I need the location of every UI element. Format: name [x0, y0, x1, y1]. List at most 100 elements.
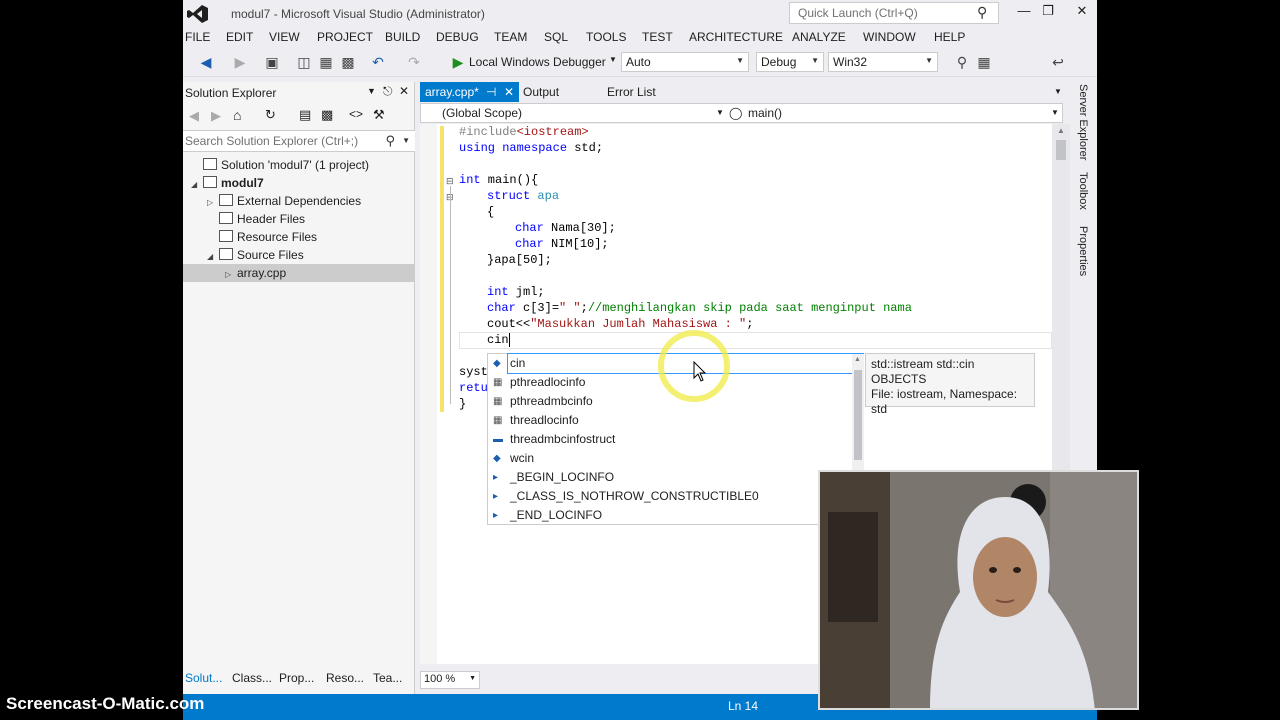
variable-icon: ◆: [493, 453, 501, 464]
home-icon[interactable]: ⌂: [233, 107, 241, 123]
menu-debug[interactable]: DEBUG: [436, 30, 479, 44]
search-icon[interactable]: ⚲: [977, 4, 987, 21]
back-icon[interactable]: ◀: [189, 108, 199, 124]
menu-test[interactable]: TEST: [642, 30, 673, 44]
forward-icon[interactable]: ▶: [231, 53, 249, 71]
solution-explorer-search-input[interactable]: Search Solution Explorer (Ctrl+;) ⚲ ▼: [183, 130, 415, 152]
pin-icon[interactable]: ⊣: [486, 85, 496, 99]
completion-item[interactable]: ◆ wcin: [488, 449, 863, 468]
tab-team-explorer[interactable]: Tea...: [373, 671, 402, 685]
expanded-arrow-icon[interactable]: ◢: [207, 248, 219, 266]
standard-toolbar: ◀ ▶ ▣ ◫ ▦ ▩ ↶ ↷ ▶ Local Windows Debugger…: [183, 49, 1097, 77]
sync-icon[interactable]: ↻: [265, 107, 276, 123]
chevron-down-icon[interactable]: ▼: [716, 108, 724, 117]
solution-explorer-toolbar: ◀ ▶ ⌂ ↻ ▤ ▩ <> ⚒: [183, 104, 415, 130]
completion-item-label: cin: [510, 356, 526, 370]
tree-item-solution[interactable]: Solution 'modul7' (1 project): [183, 156, 415, 174]
configuration-combo[interactable]: Debug ▼: [756, 52, 824, 72]
menu-analyze[interactable]: ANALYZE: [792, 30, 846, 44]
completion-item[interactable]: ▸ _CLASS_IS_NOTHROW_CONSTRUCTIBLE0: [488, 487, 863, 506]
typedef-icon: ▦: [493, 415, 503, 426]
chevron-down-icon[interactable]: ▼: [1054, 87, 1062, 96]
menu-file[interactable]: FILE: [185, 30, 210, 44]
scroll-up-icon[interactable]: ▲: [1057, 126, 1065, 135]
menu-build[interactable]: BUILD: [385, 30, 420, 44]
menu-sql[interactable]: SQL: [544, 30, 568, 44]
chevron-down-icon: ▼: [469, 675, 476, 682]
toolbar-options-icon[interactable]: ↩: [1049, 53, 1067, 71]
undo-icon[interactable]: ↶: [369, 53, 387, 71]
find-icon[interactable]: ⚲: [953, 53, 971, 71]
tab-property-manager[interactable]: Prop...: [279, 671, 314, 685]
toolbox-icon[interactable]: ▦: [975, 53, 993, 71]
member-dropdown[interactable]: main(): [748, 106, 782, 120]
save-icon[interactable]: ▦: [317, 53, 335, 71]
debugger-label[interactable]: Local Windows Debugger: [469, 55, 606, 69]
scroll-up-icon[interactable]: ▲: [854, 356, 861, 363]
menu-tools[interactable]: TOOLS: [586, 30, 626, 44]
open-file-icon[interactable]: ◫: [295, 53, 313, 71]
collapsed-arrow-icon[interactable]: ▷: [225, 266, 237, 284]
tree-item-resource-files[interactable]: Resource Files: [183, 228, 415, 246]
zoom-level-combo[interactable]: 100 % ▼: [420, 671, 480, 689]
close-icon[interactable]: ✕: [399, 84, 409, 98]
properties-wrench-icon[interactable]: ⚒: [373, 107, 385, 123]
redo-icon[interactable]: ↷: [405, 53, 423, 71]
completion-item[interactable]: ▬ threadmbcinfostruct: [488, 430, 863, 449]
server-explorer-tab[interactable]: Server Explorer: [1077, 84, 1089, 160]
tree-item-array-cpp[interactable]: ▷ array.cpp: [183, 264, 415, 282]
start-debugging-icon[interactable]: ▶: [449, 53, 467, 71]
tab-resource-view[interactable]: Reso...: [326, 671, 364, 685]
completion-item[interactable]: ▦ threadlocinfo: [488, 411, 863, 430]
tree-item-source-files[interactable]: ◢ Source Files: [183, 246, 415, 264]
tab-solution-explorer[interactable]: Solut...: [185, 671, 222, 685]
current-line-highlight: [459, 332, 1052, 349]
forward-icon[interactable]: ▶: [211, 108, 221, 124]
completion-item[interactable]: ▸ _BEGIN_LOCINFO: [488, 468, 863, 487]
menu-team[interactable]: TEAM: [494, 30, 527, 44]
menu-help[interactable]: HELP: [934, 30, 965, 44]
tree-item-label: Resource Files: [237, 230, 318, 244]
tree-item-header-files[interactable]: Header Files: [183, 210, 415, 228]
menu-view[interactable]: VIEW: [269, 30, 300, 44]
menu-project[interactable]: PROJECT: [317, 30, 373, 44]
chevron-down-icon[interactable]: ▼: [402, 136, 410, 145]
tab-error-list[interactable]: Error List: [602, 82, 661, 102]
platform-value: Win32: [833, 55, 868, 69]
tab-array-cpp[interactable]: array.cpp* ⊣ ✕: [420, 82, 519, 102]
maximize-button[interactable]: ❐: [1033, 3, 1063, 23]
solution-config-auto-combo[interactable]: Auto ▼: [621, 52, 749, 72]
show-all-files-icon[interactable]: ▩: [321, 107, 333, 123]
scope-dropdown[interactable]: (Global Scope): [442, 106, 522, 120]
pin-icon[interactable]: ⎋: [383, 84, 393, 99]
chevron-down-icon[interactable]: ▼: [1051, 108, 1059, 117]
code-line-8: char NIM[10];: [515, 236, 609, 252]
close-icon[interactable]: ✕: [504, 85, 514, 99]
tree-item-project[interactable]: ◢ modul7: [183, 174, 415, 192]
scrollbar-thumb[interactable]: [1056, 140, 1066, 160]
menu-architecture[interactable]: ARCHITECTURE: [689, 30, 783, 44]
tab-output[interactable]: Output: [518, 82, 564, 102]
tab-class-view[interactable]: Class...: [232, 671, 272, 685]
platform-combo[interactable]: Win32 ▼: [828, 52, 938, 72]
search-icon[interactable]: ⚲: [385, 133, 395, 149]
save-all-icon[interactable]: ▩: [339, 53, 357, 71]
completion-item[interactable]: ▸ _END_LOCINFO: [488, 506, 863, 525]
completion-item-label: _END_LOCINFO: [510, 508, 603, 522]
new-project-icon[interactable]: ▣: [263, 53, 281, 71]
close-button[interactable]: ✕: [1067, 3, 1097, 23]
expanded-arrow-icon[interactable]: ◢: [191, 176, 203, 194]
toolbox-tab[interactable]: Toolbox: [1077, 172, 1089, 210]
chevron-down-icon[interactable]: ▼: [367, 86, 376, 96]
menu-window[interactable]: WINDOW: [863, 30, 916, 44]
tree-item-external-dependencies[interactable]: ▷ External Dependencies: [183, 192, 415, 210]
quick-launch-input[interactable]: Quick Launch (Ctrl+Q): [789, 2, 999, 24]
code-text: main(){: [480, 173, 539, 187]
properties-tab[interactable]: Properties: [1077, 226, 1089, 276]
chevron-down-icon[interactable]: ▼: [609, 55, 617, 64]
collapse-all-icon[interactable]: ▤: [299, 107, 311, 123]
code-view-icon[interactable]: <>: [349, 107, 363, 121]
back-icon[interactable]: ◀: [197, 53, 215, 71]
scrollbar-thumb[interactable]: [854, 370, 862, 460]
menu-edit[interactable]: EDIT: [226, 30, 253, 44]
